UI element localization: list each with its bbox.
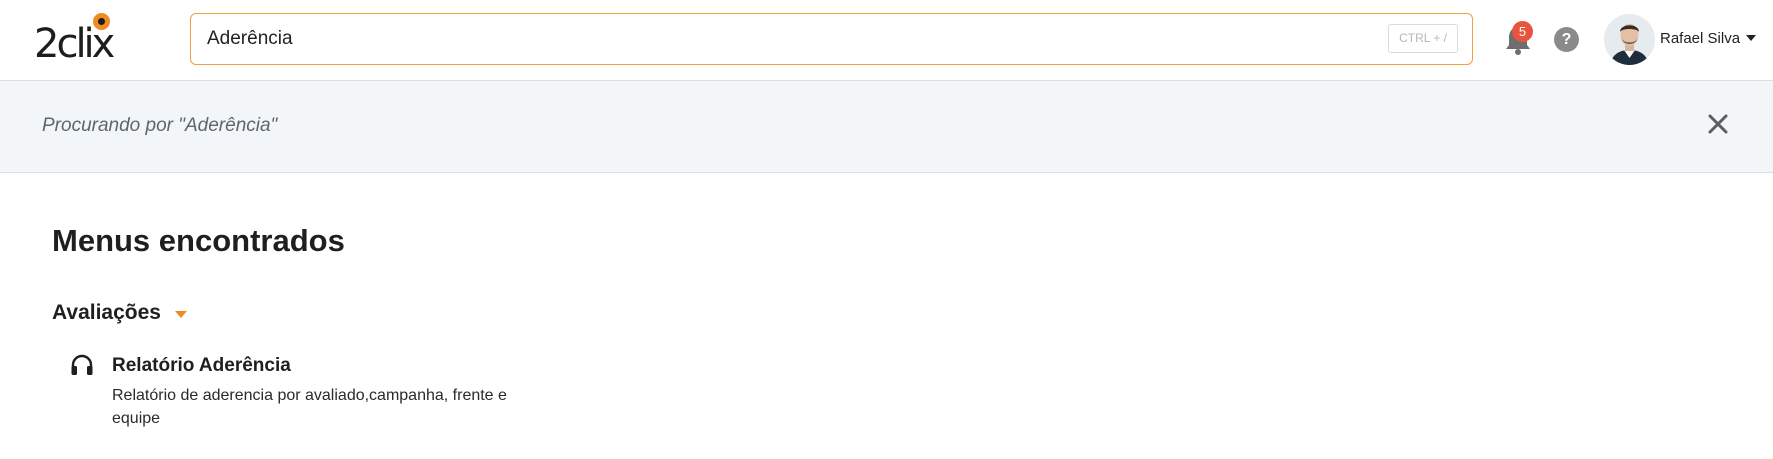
chevron-down-icon[interactable]	[1746, 35, 1756, 41]
result-description: Relatório de aderencia por avaliado,camp…	[112, 387, 507, 427]
logo-dot	[93, 13, 110, 30]
notification-count-badge[interactable]: 5	[1512, 21, 1533, 42]
avatar-image	[1604, 14, 1655, 65]
search-box: CTRL + /	[190, 13, 1473, 65]
top-navbar: 2clix CTRL + / 5 ? Rafael Silva	[0, 0, 1773, 81]
help-icon[interactable]: ?	[1554, 27, 1579, 52]
search-shortcut-hint: CTRL + /	[1388, 24, 1458, 53]
avatar[interactable]	[1604, 14, 1655, 65]
group-title-avaliacoes[interactable]: Avaliações	[52, 299, 161, 327]
headphones-icon	[71, 354, 93, 375]
result-title[interactable]: Relatório Aderência	[112, 353, 291, 379]
user-name[interactable]: Rafael Silva	[1660, 29, 1740, 49]
caret-down-icon[interactable]	[175, 311, 187, 318]
close-icon[interactable]	[1705, 111, 1731, 137]
app-logo[interactable]: 2clix	[34, 12, 134, 66]
search-query-banner: Procurando por "Aderência"	[0, 81, 1773, 173]
search-input[interactable]	[207, 14, 1387, 63]
section-title: Menus encontrados	[52, 223, 345, 258]
search-query-text: Procurando por "Aderência"	[42, 115, 278, 136]
